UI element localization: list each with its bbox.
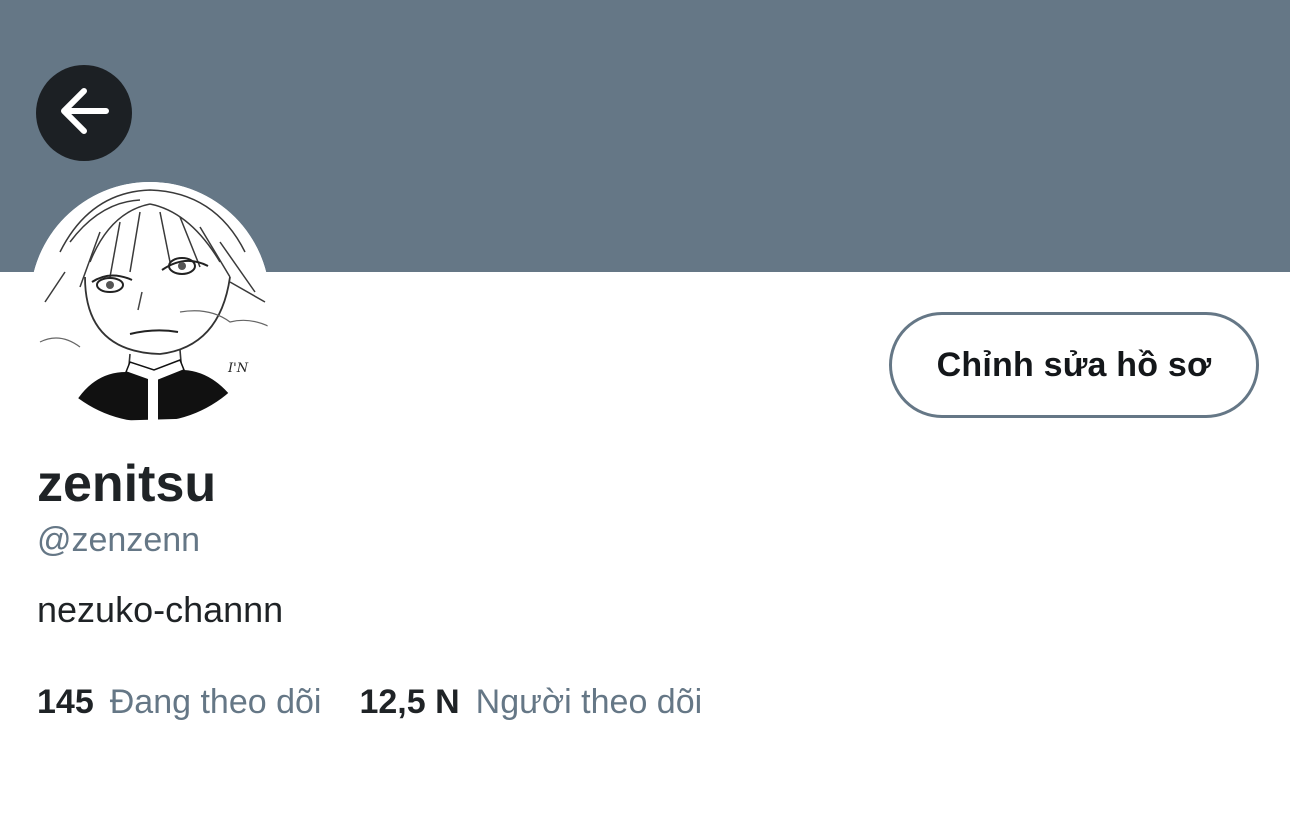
display-name: zenitsu (37, 455, 217, 513)
following-link[interactable]: 145 Đang theo dõi (37, 680, 321, 724)
followers-label: Người theo dõi (475, 683, 703, 721)
follow-stats: 145 Đang theo dõi 12,5 N Người theo dõi (37, 680, 702, 724)
arrow-left-icon (56, 83, 112, 144)
username-handle: @zenzenn (37, 521, 201, 559)
followers-link[interactable]: 12,5 N Người theo dõi (359, 680, 702, 724)
following-label: Đang theo dõi (109, 683, 322, 721)
avatar[interactable]: I'N (30, 182, 270, 422)
followers-count: 12,5 N (359, 683, 460, 721)
back-button[interactable] (36, 65, 132, 161)
edit-profile-button[interactable]: Chỉnh sửa hồ sơ (889, 312, 1259, 418)
following-count: 145 (37, 683, 94, 721)
avatar-signature: I'N (227, 361, 249, 376)
avatar-sketch: I'N (30, 182, 270, 422)
bio-text: nezuko-channn (37, 589, 284, 630)
